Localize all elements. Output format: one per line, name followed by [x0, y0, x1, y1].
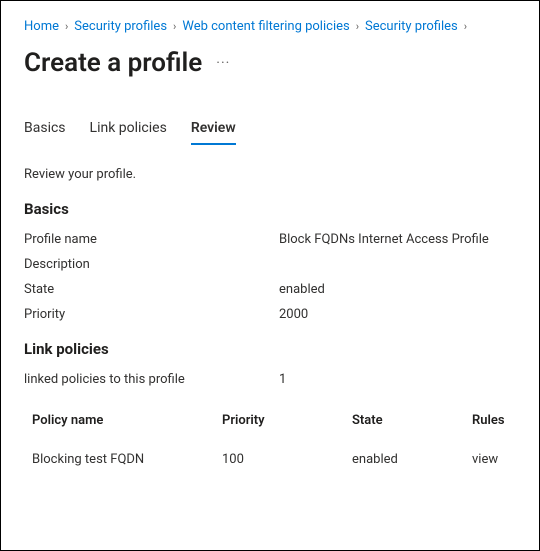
col-priority[interactable]: Priority	[214, 403, 344, 438]
tab-basics[interactable]: Basics	[24, 114, 66, 144]
tab-review[interactable]: Review	[191, 114, 236, 144]
section-heading-basics: Basics	[24, 200, 519, 218]
cell-priority: 100	[214, 438, 344, 477]
profile-name-label: Profile name	[24, 232, 279, 247]
breadcrumb-web-content-filtering[interactable]: Web content filtering policies	[182, 19, 349, 34]
col-policy-name[interactable]: Policy name	[24, 403, 214, 438]
table-header-row: Policy name Priority State Rules	[24, 403, 519, 438]
state-value: enabled	[279, 282, 325, 297]
linked-count-value: 1	[279, 372, 286, 387]
page-title: Create a profile	[24, 48, 202, 78]
section-heading-link-policies: Link policies	[24, 340, 519, 358]
breadcrumb: Home › Security profiles › Web content f…	[24, 19, 519, 34]
description-label: Description	[24, 257, 279, 272]
kv-state: State enabled	[24, 282, 519, 297]
kv-description: Description	[24, 257, 519, 272]
kv-linked-count: linked policies to this profile 1	[24, 372, 519, 387]
cell-policy-name: Blocking test FQDN	[24, 438, 214, 477]
policy-table: Policy name Priority State Rules Blockin…	[24, 403, 519, 477]
kv-priority: Priority 2000	[24, 307, 519, 322]
tab-link-policies[interactable]: Link policies	[90, 114, 167, 144]
more-actions-icon[interactable]: ···	[216, 55, 230, 71]
review-subtext: Review your profile.	[24, 167, 519, 182]
cell-state: enabled	[344, 438, 464, 477]
col-rules[interactable]: Rules	[464, 403, 519, 438]
breadcrumb-security-profiles-2[interactable]: Security profiles	[365, 19, 458, 34]
state-label: State	[24, 282, 279, 297]
cell-rules-view-link[interactable]: view	[464, 438, 519, 477]
tabs: Basics Link policies Review	[24, 114, 519, 145]
table-row: Blocking test FQDN 100 enabled view	[24, 438, 519, 477]
chevron-right-icon: ›	[65, 20, 68, 33]
breadcrumb-security-profiles[interactable]: Security profiles	[74, 19, 167, 34]
breadcrumb-home[interactable]: Home	[24, 19, 59, 34]
kv-profile-name: Profile name Block FQDNs Internet Access…	[24, 232, 519, 247]
priority-value: 2000	[279, 307, 308, 322]
title-row: Create a profile ···	[24, 48, 519, 78]
profile-name-value: Block FQDNs Internet Access Profile	[279, 232, 489, 247]
col-state[interactable]: State	[344, 403, 464, 438]
chevron-right-icon: ›	[356, 20, 359, 33]
chevron-right-icon: ›	[464, 20, 467, 33]
chevron-right-icon: ›	[173, 20, 176, 33]
linked-count-label: linked policies to this profile	[24, 372, 279, 387]
priority-label: Priority	[24, 307, 279, 322]
